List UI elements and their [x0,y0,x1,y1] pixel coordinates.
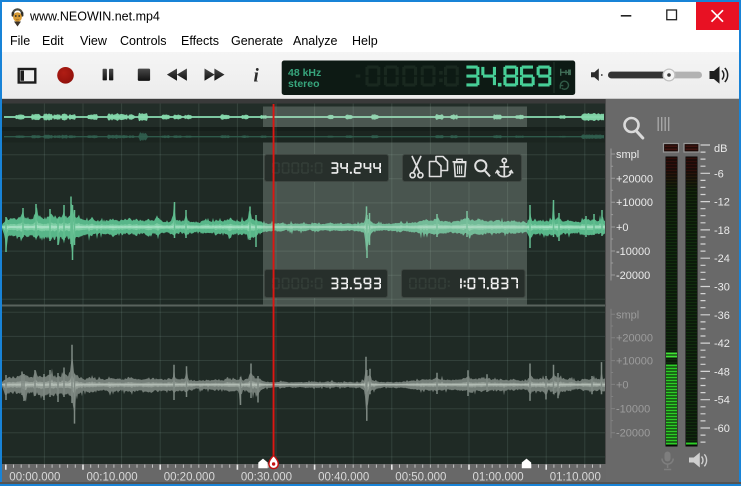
svg-text:-10000: -10000 [616,404,650,416]
svg-text:-36: -36 [714,310,730,322]
svg-text:-30: -30 [714,282,730,294]
svg-text:+20000: +20000 [616,333,653,345]
svg-text:-20000: -20000 [616,428,650,440]
svg-text:-48: -48 [714,366,730,378]
svg-text:-54: -54 [714,395,730,407]
svg-text:-6: -6 [714,168,724,180]
svg-text:-12: -12 [714,197,730,209]
svg-text:+0: +0 [616,222,629,234]
svg-text:+10000: +10000 [616,197,653,209]
svg-text:-24: -24 [714,253,730,265]
svg-text:stereo: stereo [288,78,320,90]
svg-text:-10000: -10000 [616,246,650,258]
svg-text:+20000: +20000 [616,173,653,185]
svg-text:dB: dB [714,143,727,155]
svg-text:-42: -42 [714,338,730,350]
svg-text:smpl: smpl [616,309,639,321]
svg-text:+10000: +10000 [616,356,653,368]
svg-text:-20000: -20000 [616,270,650,282]
svg-text:-18: -18 [714,225,730,237]
svg-text:smpl: smpl [616,149,639,161]
svg-text:i: i [254,66,260,87]
svg-text:-60: -60 [714,423,730,435]
svg-text:www.NEOWIN.net.mp4: www.NEOWIN.net.mp4 [29,10,160,24]
svg-text:+0: +0 [616,379,629,391]
